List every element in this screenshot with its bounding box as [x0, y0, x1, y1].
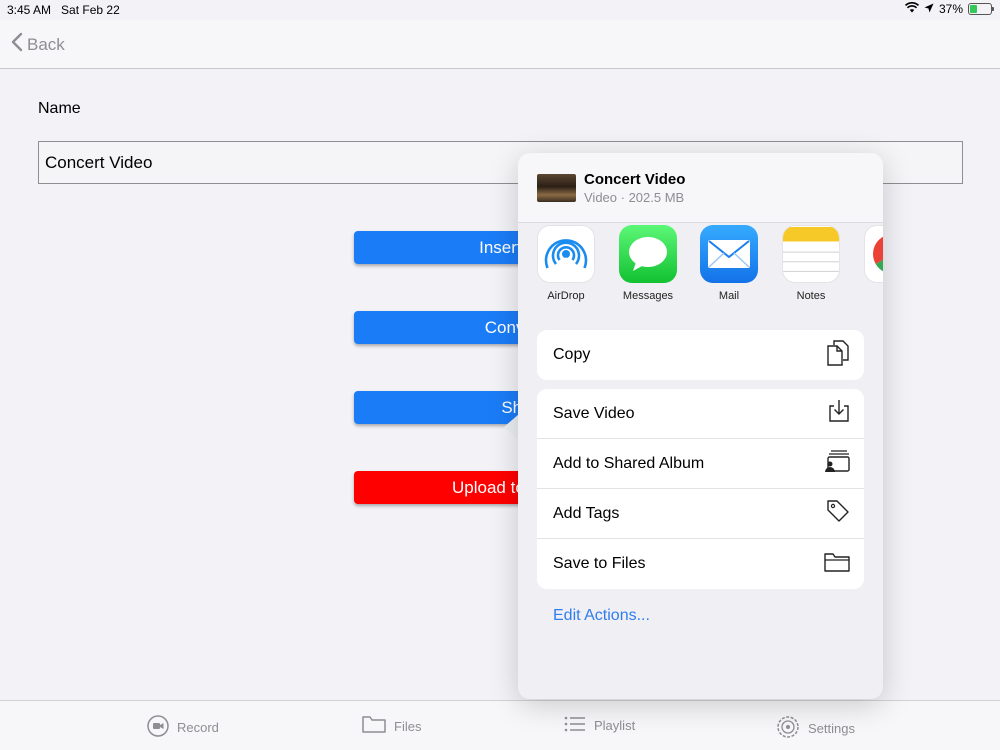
tab-playlist-label: Playlist	[594, 718, 636, 733]
tab-settings[interactable]: Settings	[776, 715, 855, 742]
name-label: Name	[38, 100, 81, 117]
status-time: 3:45 AM	[7, 3, 52, 17]
share-sheet-subtitle: Video · 202.5 MB	[584, 190, 685, 205]
folder-icon	[362, 715, 386, 737]
save-to-files-label: Save to Files	[553, 555, 646, 572]
tag-icon	[826, 499, 850, 528]
back-button[interactable]: Back	[11, 32, 65, 57]
video-thumbnail	[537, 174, 576, 202]
share-app-chrome[interactable]: Ch	[863, 225, 883, 302]
download-icon	[828, 399, 850, 428]
share-sheet-header: Concert Video Video · 202.5 MB	[518, 153, 883, 223]
chevron-left-icon	[11, 32, 23, 57]
shared-album-icon	[824, 449, 850, 478]
copy-label: Copy	[553, 346, 591, 363]
airdrop-icon	[537, 225, 595, 283]
battery-icon	[968, 3, 994, 15]
list-icon	[564, 715, 586, 736]
edit-actions-link[interactable]: Edit Actions...	[553, 607, 650, 625]
folder-icon	[824, 552, 850, 577]
share-app-airdrop[interactable]: AirDrop	[536, 225, 596, 302]
share-apps-row: AirDrop Messages Mail Notes	[518, 225, 883, 315]
navigation-bar: Back	[0, 20, 1000, 69]
status-date: Sat Feb 22	[61, 3, 120, 17]
tab-files[interactable]: Files	[362, 715, 421, 737]
share-sheet-title: Concert Video	[584, 171, 686, 188]
share-sheet: Concert Video Video · 202.5 MB AirDrop M…	[518, 153, 883, 699]
save-to-files-action[interactable]: Save to Files	[537, 539, 864, 589]
tab-record-label: Record	[177, 720, 219, 735]
battery-level	[970, 5, 978, 13]
back-label: Back	[27, 34, 65, 54]
add-shared-album-action[interactable]: Add to Shared Album	[537, 439, 864, 489]
status-bar: 3:45 AM Sat Feb 22 37%	[0, 0, 1000, 20]
share-app-label: Notes	[796, 290, 826, 302]
gear-icon	[776, 715, 800, 742]
tab-bar: Record Files Playlist Settings	[0, 700, 1000, 750]
share-app-label: AirDrop	[547, 290, 585, 302]
battery-percent: 37%	[938, 2, 963, 16]
notes-icon	[782, 225, 840, 283]
add-tags-action[interactable]: Add Tags	[537, 489, 864, 539]
location-icon	[924, 2, 934, 16]
share-app-mail[interactable]: Mail	[699, 225, 759, 302]
tab-files-label: Files	[394, 718, 422, 734]
tab-record[interactable]: Record	[147, 715, 219, 740]
copy-action[interactable]: Copy	[537, 330, 864, 380]
copy-group: Copy	[537, 330, 864, 380]
share-app-label: Mail	[718, 290, 740, 302]
share-app-label: Messages	[622, 290, 674, 302]
add-shared-album-label: Add to Shared Album	[553, 454, 705, 472]
share-app-messages[interactable]: Messages	[618, 225, 678, 302]
tab-playlist[interactable]: Playlist	[564, 715, 635, 736]
wifi-icon	[904, 1, 920, 16]
save-video-action[interactable]: Save Video	[537, 389, 864, 439]
copy-icon	[826, 339, 850, 372]
save-video-label: Save Video	[553, 404, 635, 422]
chrome-icon	[864, 225, 883, 283]
add-tags-label: Add Tags	[553, 504, 620, 522]
share-app-notes[interactable]: Notes	[781, 225, 841, 302]
actions-group: Save Video Add to Shared Album Add Tags …	[537, 389, 864, 589]
messages-icon	[619, 225, 677, 283]
popover-arrow	[504, 414, 519, 440]
mail-icon	[700, 225, 758, 283]
tab-settings-label: Settings	[808, 721, 855, 736]
camera-icon	[147, 715, 169, 740]
